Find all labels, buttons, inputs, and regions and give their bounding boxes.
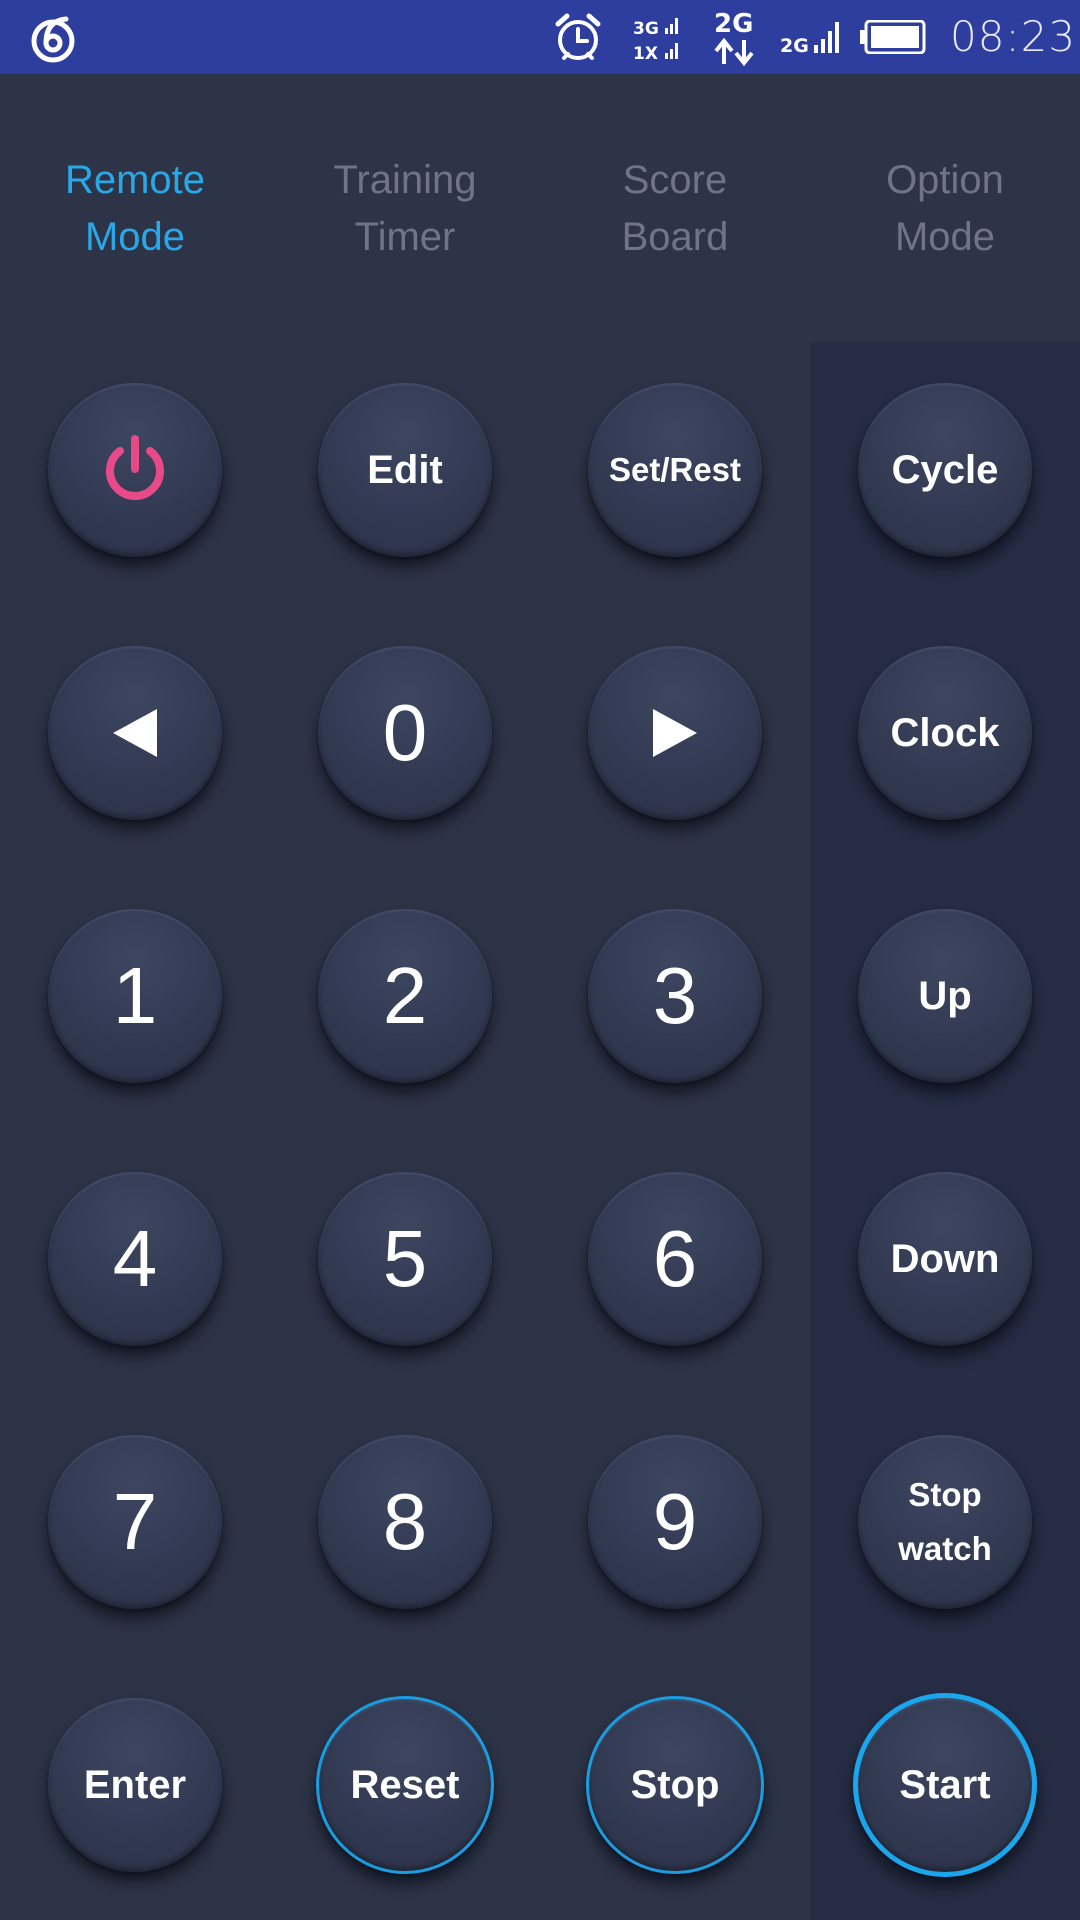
digit-0-button[interactable]: 0 — [318, 646, 492, 820]
digit-3-label: 3 — [652, 951, 698, 1040]
tab-score-board[interactable]: Score Board — [540, 152, 810, 266]
power-button[interactable] — [48, 383, 222, 557]
digit-0-label: 0 — [382, 688, 428, 777]
enter-button[interactable]: Enter — [48, 1698, 222, 1872]
tab-remote-mode[interactable]: Remote Mode — [0, 152, 270, 266]
right-arrow-button[interactable] — [588, 646, 762, 820]
up-button[interactable]: Up — [858, 909, 1032, 1083]
tab-training-timer[interactable]: Training Timer — [270, 152, 540, 266]
digit-2-button[interactable]: 2 — [318, 909, 492, 1083]
digit-7-label: 7 — [112, 1477, 158, 1566]
start-button[interactable]: Start — [853, 1693, 1037, 1877]
cycle-button[interactable]: Cycle — [858, 383, 1032, 557]
network-3g-1x-icon: 3G 1X — [633, 18, 678, 64]
clock-button[interactable]: Clock — [858, 646, 1032, 820]
digit-9-label: 9 — [652, 1477, 698, 1566]
digit-3-button[interactable]: 3 — [588, 909, 762, 1083]
digit-4-label: 4 — [112, 1214, 158, 1303]
digit-1-label: 1 — [112, 951, 158, 1040]
edit-button[interactable]: Edit — [318, 383, 492, 557]
digit-8-button[interactable]: 8 — [318, 1435, 492, 1609]
mode-tabs: Remote Mode Training Timer Score Board O… — [0, 74, 1080, 342]
function-panel — [810, 342, 1080, 1920]
stop-button[interactable]: Stop — [586, 1696, 764, 1874]
digit-9-button[interactable]: 9 — [588, 1435, 762, 1609]
reset-label: Reset — [350, 1762, 460, 1807]
digit-5-button[interactable]: 5 — [318, 1172, 492, 1346]
network-2g-signal-label: 2G — [780, 35, 809, 56]
digit-7-button[interactable]: 7 — [48, 1435, 222, 1609]
network-2g-data-label: 2G — [714, 9, 753, 39]
enter-label: Enter — [83, 1762, 187, 1807]
cycle-label: Cycle — [891, 447, 999, 492]
up-label: Up — [918, 973, 972, 1018]
battery-icon — [860, 20, 926, 54]
digit-2-label: 2 — [382, 951, 428, 1040]
set-rest-button[interactable]: Set/Rest — [588, 383, 762, 557]
network-3g-label: 3G — [633, 19, 659, 39]
status-bar: 3G 1X 2G 2G 08:23 — [0, 0, 1080, 74]
set-rest-label: Set/Rest — [608, 451, 742, 488]
digit-5-label: 5 — [382, 1214, 428, 1303]
arrow-left-icon — [113, 709, 157, 757]
edit-label: Edit — [367, 447, 443, 492]
digit-6-label: 6 — [652, 1214, 698, 1303]
app-logo-icon — [31, 16, 75, 63]
signal-2g-icon: 2G — [780, 22, 839, 56]
arrow-right-icon — [653, 709, 697, 757]
left-arrow-button[interactable] — [48, 646, 222, 820]
tab-option-mode[interactable]: Option Mode — [810, 152, 1080, 266]
stop-label: Stop — [630, 1762, 720, 1807]
alarm-clock-icon — [555, 13, 601, 60]
digit-1-button[interactable]: 1 — [48, 909, 222, 1083]
network-1x-label: 1X — [633, 44, 658, 64]
clock-label: Clock — [890, 710, 1000, 755]
digit-6-button[interactable]: 6 — [588, 1172, 762, 1346]
digit-8-label: 8 — [382, 1477, 428, 1566]
down-label: Down — [890, 1236, 1000, 1281]
status-time: 08:23 — [950, 12, 1077, 61]
reset-button[interactable]: Reset — [316, 1696, 494, 1874]
stopwatch-button[interactable]: Stop watch — [858, 1435, 1032, 1609]
power-icon — [106, 435, 164, 500]
down-button[interactable]: Down — [858, 1172, 1032, 1346]
digit-4-button[interactable]: 4 — [48, 1172, 222, 1346]
network-2g-data-icon: 2G — [714, 9, 754, 66]
start-label: Start — [899, 1762, 991, 1807]
stopwatch-label: Stop watch — [898, 1476, 992, 1567]
